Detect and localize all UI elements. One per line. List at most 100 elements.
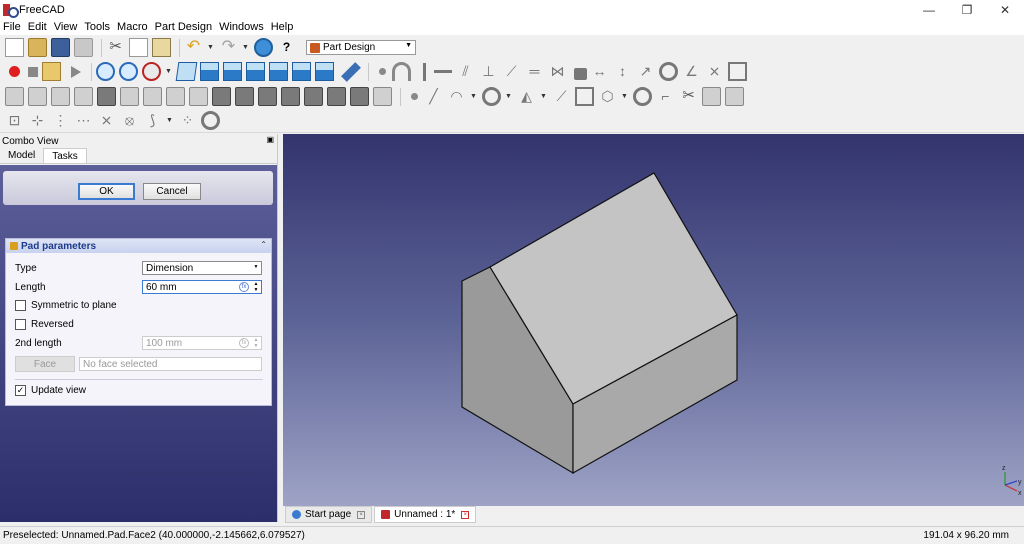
horizontal-distance-icon[interactable]: ↔ xyxy=(590,62,609,81)
redo-icon[interactable]: ↷ xyxy=(219,38,238,57)
right-view-icon[interactable] xyxy=(246,62,265,81)
select-constraints-icon[interactable]: ⊡ xyxy=(5,111,24,130)
cancel-button[interactable]: Cancel xyxy=(143,183,201,200)
symmetric-icon[interactable]: ⋈ xyxy=(548,62,567,81)
sketch-line-icon[interactable]: ╱ xyxy=(424,87,443,106)
run-macro-icon[interactable] xyxy=(71,65,81,78)
datum-line-icon[interactable] xyxy=(143,87,162,106)
front-view-icon[interactable] xyxy=(200,62,219,81)
radius-icon[interactable] xyxy=(659,62,678,81)
reversed-row[interactable]: Reversed xyxy=(15,319,74,330)
vertical-distance-icon[interactable]: ↕ xyxy=(613,62,632,81)
tab-start-page[interactable]: Start page × xyxy=(285,506,373,523)
datum-plane-icon[interactable] xyxy=(120,87,139,106)
restore-button[interactable]: ❐ xyxy=(948,0,986,19)
select-elements-icon[interactable]: ⟆ xyxy=(143,111,162,130)
menu-help[interactable]: Help xyxy=(271,21,294,33)
chevron-down-icon[interactable]: ▼ xyxy=(470,93,478,100)
angle-icon[interactable]: ∠ xyxy=(682,62,701,81)
pocket-icon[interactable] xyxy=(212,87,231,106)
shape-binder-icon[interactable] xyxy=(189,87,208,106)
select-horizontal-axis-icon[interactable]: ⋯ xyxy=(74,111,93,130)
cut-icon[interactable]: ✂ xyxy=(106,38,125,57)
sketch-trim-icon[interactable]: ✂ xyxy=(679,87,698,106)
tangent-icon[interactable] xyxy=(392,62,411,81)
fit-selection-icon[interactable] xyxy=(119,62,138,81)
select-vertical-axis-icon[interactable]: ⋮ xyxy=(51,111,70,130)
sketch-fillet-icon[interactable]: ⌐ xyxy=(656,87,675,106)
select-redundant-icon[interactable]: ⨯ xyxy=(97,111,116,130)
close-button[interactable]: ✕ xyxy=(986,0,1024,19)
ok-button[interactable]: OK xyxy=(78,183,135,200)
horizontal-constraint-icon[interactable] xyxy=(434,70,452,73)
bottom-view-icon[interactable] xyxy=(292,62,311,81)
select-origin-icon[interactable]: ⊹ xyxy=(28,111,47,130)
menu-part-design[interactable]: Part Design xyxy=(155,21,212,33)
pad-icon[interactable] xyxy=(97,87,116,106)
menu-tools[interactable]: Tools xyxy=(84,21,110,33)
perpendicular-icon[interactable]: ⊥ xyxy=(479,62,498,81)
point-constraint-icon[interactable] xyxy=(379,68,386,75)
spinbox-arrows[interactable]: ▲ ▼ xyxy=(252,281,260,293)
carbon-copy-icon[interactable] xyxy=(725,87,744,106)
sketch-rectangle-icon[interactable] xyxy=(575,87,594,106)
chevron-down-icon[interactable]: ▼ xyxy=(505,93,513,100)
menu-macro[interactable]: Macro xyxy=(117,21,148,33)
external-geometry-icon[interactable] xyxy=(702,87,721,106)
float-panel-icon[interactable]: ▣ xyxy=(266,135,274,144)
symmetry-icon[interactable]: ⁘ xyxy=(178,111,197,130)
create-sketch-icon[interactable] xyxy=(28,87,47,106)
draft-icon[interactable] xyxy=(350,87,369,106)
sketch-circle-icon[interactable] xyxy=(482,87,501,106)
record-macro-icon[interactable] xyxy=(9,66,20,77)
update-view-checkbox[interactable]: ✓ xyxy=(15,385,26,396)
minimize-button[interactable]: — xyxy=(910,0,948,19)
workbench-selector[interactable]: Part Design ▼ xyxy=(306,40,416,55)
save-icon[interactable] xyxy=(51,38,70,57)
toggle-construction-icon[interactable]: ⨯ xyxy=(705,62,724,81)
map-sketch-icon[interactable] xyxy=(74,87,93,106)
draw-style-icon[interactable] xyxy=(142,62,161,81)
distance-icon[interactable]: ↗ xyxy=(636,62,655,81)
refresh-icon[interactable] xyxy=(254,38,273,57)
copy-icon[interactable] xyxy=(129,38,148,57)
sketch-polyline-icon[interactable]: ⟋ xyxy=(552,87,571,106)
symmetric-checkbox[interactable] xyxy=(15,300,26,311)
length2-input[interactable]: 100 mm fx ▲ ▼ xyxy=(142,336,262,350)
revolution-icon[interactable] xyxy=(258,87,277,106)
menu-edit[interactable]: Edit xyxy=(28,21,47,33)
pad-parameters-header[interactable]: Pad parameters ⌃ xyxy=(6,239,271,253)
menu-windows[interactable]: Windows xyxy=(219,21,264,33)
fit-all-icon[interactable] xyxy=(96,62,115,81)
open-folder-icon[interactable] xyxy=(28,38,47,57)
menu-view[interactable]: View xyxy=(54,21,78,33)
3d-viewport[interactable]: z y x xyxy=(283,134,1024,506)
pad-solid[interactable]: z y x xyxy=(283,134,1024,506)
tab-unnamed[interactable]: Unnamed : 1* × xyxy=(374,506,477,523)
top-view-icon[interactable] xyxy=(223,62,242,81)
undo-icon[interactable]: ↶ xyxy=(184,38,203,57)
chevron-down-icon[interactable]: ▼ xyxy=(166,117,174,124)
fillet-icon[interactable] xyxy=(304,87,323,106)
sketch-point-icon[interactable] xyxy=(411,93,418,100)
reversed-checkbox[interactable] xyxy=(15,319,26,330)
sketch-slot-icon[interactable] xyxy=(633,87,652,106)
collapse-icon[interactable]: ⌃ xyxy=(260,240,267,249)
lock-icon[interactable] xyxy=(574,68,587,80)
chamfer-icon[interactable] xyxy=(327,87,346,106)
vertical-constraint-icon[interactable] xyxy=(423,62,426,81)
type-select[interactable]: Dimension ▼ xyxy=(142,261,262,275)
reference-icon[interactable] xyxy=(728,62,747,81)
validate-sketch-icon[interactable] xyxy=(51,87,70,106)
tab-model[interactable]: Model xyxy=(0,148,43,163)
tangent-constraint-icon[interactable]: ⟋ xyxy=(502,62,521,81)
update-view-row[interactable]: ✓ Update view xyxy=(15,385,86,396)
chevron-down-icon[interactable]: ▼ xyxy=(540,93,548,100)
measure-icon[interactable] xyxy=(341,61,361,82)
edit-macro-icon[interactable] xyxy=(42,62,61,81)
equal-icon[interactable]: ═ xyxy=(525,62,544,81)
symmetric-row[interactable]: Symmetric to plane xyxy=(15,300,117,311)
chevron-down-icon[interactable]: ▼ xyxy=(165,68,173,75)
sketch-polygon-icon[interactable]: ⬡ xyxy=(598,87,617,106)
menu-file[interactable]: File xyxy=(3,21,21,33)
